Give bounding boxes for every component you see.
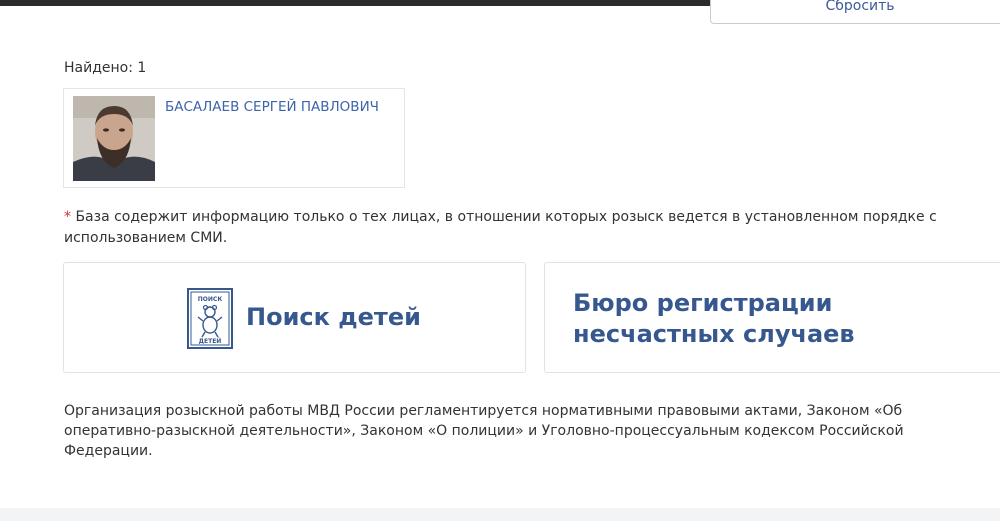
children-search-title[interactable]: Поиск детей bbox=[246, 303, 421, 331]
found-count: Найдено: 1 bbox=[64, 60, 147, 76]
person-photo[interactable] bbox=[73, 96, 155, 181]
result-card[interactable]: БАСАЛАЕВ СЕРГЕЙ ПАВЛОВИЧ bbox=[63, 88, 405, 188]
accident-bureau-title[interactable]: Бюро регистрации несчастных случаев bbox=[573, 288, 993, 350]
page-bottom-band bbox=[0, 508, 1000, 521]
database-note: * База содержит информацию только о тех … bbox=[64, 207, 964, 249]
note-asterisk: * bbox=[64, 209, 71, 225]
logo-top-text: ПОИСК bbox=[198, 296, 223, 303]
legal-footer-text: Организация розыскной работы МВД России … bbox=[64, 403, 904, 459]
person-photo-icon bbox=[73, 96, 155, 181]
logo-bottom-text: ДЕТЕЙ bbox=[199, 337, 222, 345]
children-search-card[interactable]: ПОИСК ДЕТЕЙ Поиск детей bbox=[63, 262, 526, 373]
reset-button[interactable]: Сбросить bbox=[710, 0, 1000, 24]
accident-bureau-card[interactable]: Бюро регистрации несчастных случаев bbox=[544, 262, 1000, 373]
children-search-logo-icon: ПОИСК ДЕТЕЙ bbox=[187, 288, 233, 349]
note-text: База содержит информацию только о тех ли… bbox=[64, 209, 937, 246]
person-name-link[interactable]: БАСАЛАЕВ СЕРГЕЙ ПАВЛОВИЧ bbox=[165, 99, 379, 115]
